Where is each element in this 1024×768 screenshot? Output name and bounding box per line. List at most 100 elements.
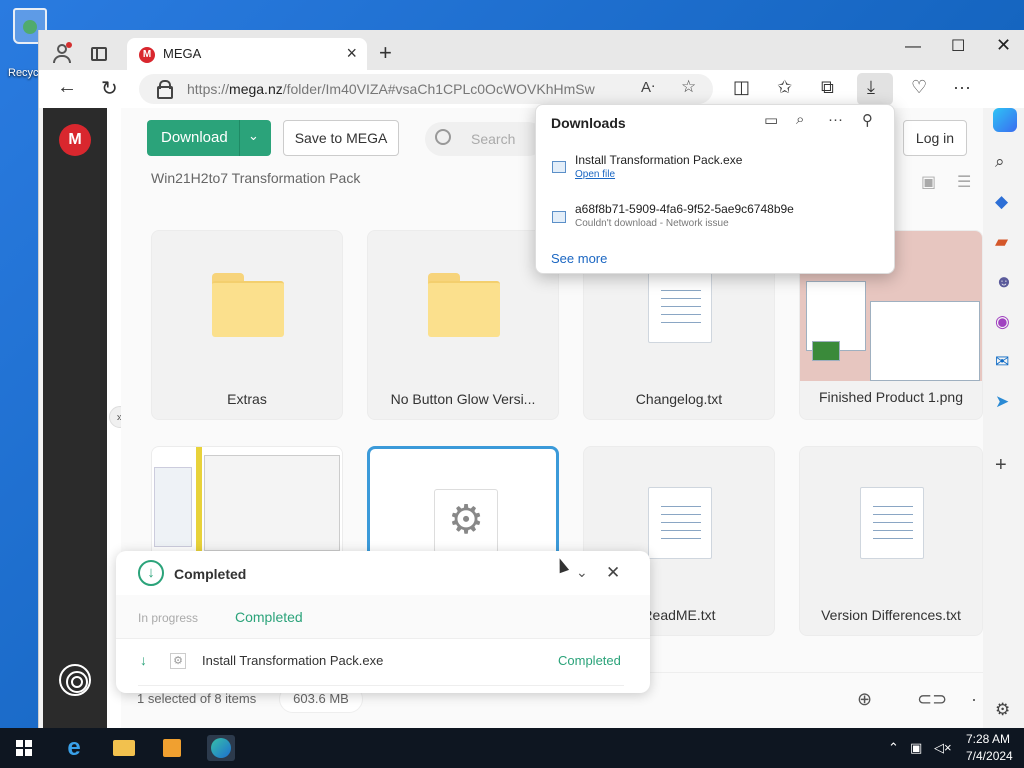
tools-icon[interactable]: ▰ <box>995 232 1008 252</box>
image-thumbnail <box>152 447 342 557</box>
open-folder-icon[interactable]: ▭ <box>764 111 778 129</box>
file-tile[interactable]: No Button Glow Versi... <box>367 230 559 420</box>
mega-logo-icon[interactable]: M <box>59 124 91 156</box>
browser-essentials-icon[interactable]: ♡ <box>911 77 927 98</box>
downloads-title: Downloads <box>551 115 626 131</box>
search-input[interactable]: Search <box>425 122 545 156</box>
text-file-icon <box>648 487 712 559</box>
close-icon[interactable]: ✕ <box>606 563 620 583</box>
check-download-icon: ↓ <box>138 560 164 586</box>
recycle-bin-label: Recyc <box>8 67 39 79</box>
search-icon <box>435 129 451 145</box>
tab-title: MEGA <box>163 46 202 61</box>
volume-muted-icon[interactable]: ◁× <box>934 740 952 756</box>
collections-icon[interactable]: ⧉ <box>821 77 834 98</box>
download-item-name[interactable]: Install Transformation Pack.exe <box>575 153 742 167</box>
mega-sidebar: M <box>43 108 107 728</box>
add-sidebar-icon[interactable]: + <box>995 454 1007 477</box>
address-bar[interactable]: https://mega.nz/folder/Im40VIZA#vsaCh1CP… <box>139 74 713 104</box>
browser-toolbar: ← ↻ https://mega.nz/folder/Im40VIZA#vsaC… <box>39 70 1024 108</box>
read-aloud-icon[interactable]: Aᐧ <box>641 78 655 96</box>
tray-chevron-icon[interactable]: ⌃ <box>888 740 899 756</box>
sync-icon[interactable] <box>59 664 91 696</box>
folder-icon <box>212 273 284 337</box>
login-button[interactable]: Log in <box>903 120 967 156</box>
office-icon[interactable]: ◉ <box>995 312 1010 332</box>
media-player-icon[interactable] <box>158 735 186 761</box>
pin-icon[interactable]: ⚲ <box>862 111 873 129</box>
copilot-icon[interactable] <box>993 108 1017 132</box>
exe-file-icon: ⚙ <box>170 653 186 669</box>
tab-mega[interactable]: M MEGA × <box>127 38 367 70</box>
mega-favicon-icon: M <box>139 47 155 63</box>
clock-date[interactable]: 7/4/2024 <box>966 749 1013 763</box>
tab-completed[interactable]: Completed <box>235 609 303 625</box>
shopping-icon[interactable]: ◆ <box>995 192 1008 212</box>
search-downloads-icon[interactable]: ⌕ <box>796 111 804 128</box>
clock-time[interactable]: 7:28 AM <box>966 732 1010 746</box>
download-arrow-icon: ↓ <box>140 652 147 668</box>
selection-count: 1 selected of 8 items <box>137 691 257 706</box>
tab-close-icon[interactable]: × <box>346 43 357 64</box>
edge-taskbar-icon[interactable] <box>207 735 235 761</box>
maximize-icon[interactable]: ☐ <box>951 36 965 56</box>
people-icon[interactable]: ☻ <box>995 272 1013 292</box>
more-menu-icon[interactable]: ··· <box>953 77 971 98</box>
new-tab-icon[interactable]: + <box>379 40 392 66</box>
download-circle-icon[interactable]: ⊕ <box>857 689 872 710</box>
file-tile[interactable]: Version Differences.txt <box>799 446 983 636</box>
text-file-icon <box>860 487 924 559</box>
ie-icon[interactable]: e <box>60 735 88 761</box>
more-icon[interactable]: · <box>971 689 977 710</box>
transfer-file-name: Install Transformation Pack.exe <box>202 653 384 668</box>
see-more-link[interactable]: See more <box>551 251 607 266</box>
link-icon[interactable]: ⊂⊃ <box>917 689 947 710</box>
transfer-manager: ↓ Completed ⌄ ✕ In progress Completed ↓ … <box>116 551 650 693</box>
text-file-icon <box>648 271 712 343</box>
download-icon: ⤓ <box>867 77 875 97</box>
exe-file-icon: ⚙ <box>434 489 498 553</box>
downloads-button[interactable] <box>857 73 893 105</box>
transfer-tabs: In progress Completed <box>116 595 650 639</box>
chevron-down-icon[interactable]: ⌄ <box>576 564 588 581</box>
chevron-down-icon[interactable]: ⌄ <box>248 128 259 144</box>
url-text: https://mega.nz/folder/Im40VIZA#vsaCh1CP… <box>187 81 595 97</box>
sidebar-settings-icon[interactable]: ⚙ <box>995 700 1010 720</box>
more-options-icon[interactable]: ··· <box>828 111 843 128</box>
taskbar: e ⌃ ▣ ◁× 7:28 AM 7/4/2024 <box>0 728 1024 768</box>
folder-icon <box>428 273 500 337</box>
outlook-icon[interactable]: ✉ <box>995 352 1009 372</box>
download-item-status: Couldn't download - Network issue <box>575 218 729 229</box>
downloads-popup: Downloads ▭ ⌕ ··· ⚲ Install Transformati… <box>535 104 895 274</box>
favorites-icon[interactable]: ✩ <box>777 77 792 98</box>
download-button[interactable]: Download ⌄ <box>147 120 271 156</box>
tab-actions-icon[interactable] <box>91 47 107 61</box>
minimize-icon[interactable]: — <box>905 38 921 56</box>
thumbnail-view-icon[interactable]: ▣ <box>921 172 936 192</box>
file-tile[interactable]: Extras <box>151 230 343 420</box>
favorite-star-icon[interactable]: ☆ <box>681 77 696 97</box>
start-icon[interactable] <box>16 740 32 756</box>
transfer-title: Completed <box>174 566 247 582</box>
folder-title: Win21H2to7 Transformation Pack <box>151 170 361 186</box>
profile-icon[interactable] <box>51 42 73 64</box>
exe-file-icon <box>552 161 566 173</box>
save-to-mega-button[interactable]: Save to MEGA <box>283 120 399 156</box>
refresh-icon[interactable]: ↻ <box>101 76 118 101</box>
file-explorer-icon[interactable] <box>110 735 138 761</box>
edge-sidebar: ⌕ ◆ ▰ ☻ ◉ ✉ ➤ + ⚙ <box>983 108 1024 728</box>
send-icon[interactable]: ➤ <box>995 392 1009 412</box>
network-icon[interactable]: ▣ <box>910 740 922 756</box>
sidebar-search-icon[interactable]: ⌕ <box>995 152 1005 172</box>
transfer-status: Completed <box>558 653 621 668</box>
split-screen-icon[interactable]: ◫ <box>733 77 750 98</box>
file-icon <box>552 211 566 223</box>
tab-in-progress[interactable]: In progress <box>138 611 198 625</box>
download-item-name[interactable]: a68f8b71-5909-4fa6-9f52-5ae9c6748b9e <box>575 202 794 216</box>
open-file-link[interactable]: Open file <box>575 169 615 180</box>
title-bar: M MEGA × + — ☐ ✕ <box>39 30 1024 70</box>
list-view-icon[interactable]: ☰ <box>957 172 971 192</box>
close-window-icon[interactable]: ✕ <box>996 35 1011 56</box>
back-icon[interactable]: ← <box>57 76 77 99</box>
lock-icon[interactable] <box>157 80 173 99</box>
